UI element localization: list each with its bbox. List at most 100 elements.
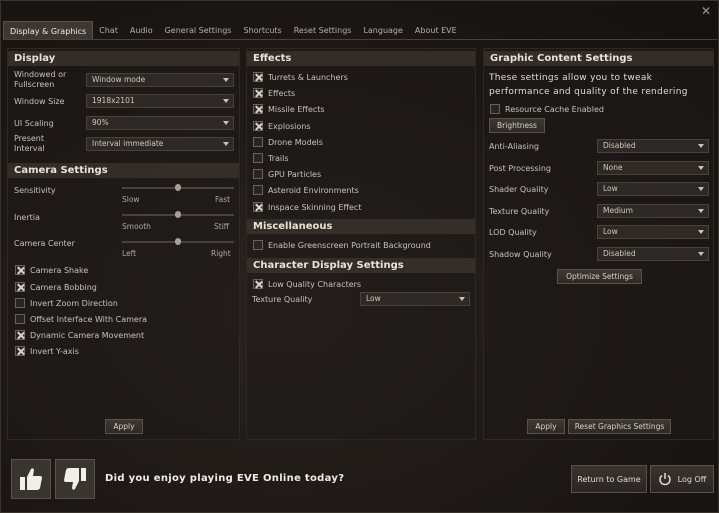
gpu-particles-option[interactable]: GPU Particles [253, 168, 321, 180]
invert-y-checkbox[interactable] [15, 346, 25, 356]
greenscreen-option[interactable]: Enable Greenscreen Portrait Background [253, 239, 431, 251]
power-icon [658, 473, 671, 486]
greenscreen-label: Enable Greenscreen Portrait Background [268, 240, 431, 250]
drone-models-checkbox[interactable] [253, 137, 263, 147]
tab-reset-settings[interactable]: Reset Settings [288, 21, 358, 40]
settings-window: ✕ Display & Graphics Chat Audio General … [0, 0, 719, 513]
window-size-select[interactable]: 1918x2101 [86, 94, 234, 108]
turrets-checkbox[interactable] [253, 72, 263, 82]
close-icon[interactable]: ✕ [700, 5, 712, 17]
thumbs-down-icon [64, 468, 86, 490]
slider-handle[interactable] [175, 184, 181, 191]
slider-handle[interactable] [175, 238, 181, 245]
present-interval-label: Present Interval [14, 134, 45, 153]
explosions-checkbox[interactable] [253, 121, 263, 131]
post-processing-select[interactable]: None [597, 161, 709, 175]
invert-y-label: Invert Y-axis [30, 346, 79, 356]
thumbs-up-button[interactable] [11, 459, 51, 499]
lod-quality-value: Low [603, 227, 618, 236]
chevron-down-icon [223, 121, 229, 125]
sensitivity-label: Sensitivity [14, 186, 56, 195]
gpu-particles-checkbox[interactable] [253, 169, 263, 179]
character-texture-select[interactable]: Low [360, 292, 470, 306]
present-interval-select[interactable]: Interval immediate [86, 137, 234, 151]
camera-bobbing-label: Camera Bobbing [30, 282, 97, 292]
inertia-min-label: Smooth [122, 222, 151, 231]
shadow-quality-select[interactable]: Disabled [597, 247, 709, 261]
drone-models-label: Drone Models [268, 137, 323, 147]
turrets-option[interactable]: Turrets & Launchers [253, 71, 348, 83]
chevron-down-icon [698, 209, 704, 213]
camera-bobbing-checkbox[interactable] [15, 282, 25, 292]
camera-apply-button[interactable]: Apply [105, 419, 143, 434]
left-panel: Display Windowed or Fullscreen Window mo… [7, 48, 240, 440]
resource-cache-label: Resource Cache Enabled [505, 104, 604, 114]
camera-shake-checkbox[interactable] [15, 265, 25, 275]
invert-y-option[interactable]: Invert Y-axis [15, 345, 79, 357]
missile-effects-option[interactable]: Missile Effects [253, 103, 325, 115]
asteroid-environments-checkbox[interactable] [253, 185, 263, 195]
low-quality-characters-option[interactable]: Low Quality Characters [253, 278, 361, 290]
trails-label: Trails [268, 153, 289, 163]
display-header: Display [8, 51, 239, 66]
log-off-label: Log Off [677, 474, 707, 484]
chevron-down-icon [223, 142, 229, 146]
log-off-button[interactable]: Log Off [650, 465, 714, 493]
tab-shortcuts[interactable]: Shortcuts [237, 21, 287, 40]
misc-header: Miscellaneous [247, 219, 475, 234]
character-texture-label: Texture Quality [252, 295, 313, 304]
tab-display-graphics[interactable]: Display & Graphics [3, 21, 94, 40]
lod-quality-select[interactable]: Low [597, 225, 709, 239]
effects-checkbox[interactable] [253, 88, 263, 98]
trails-checkbox[interactable] [253, 153, 263, 163]
turrets-label: Turrets & Launchers [268, 72, 348, 82]
tab-chat[interactable]: Chat [93, 21, 124, 40]
ui-scaling-select[interactable]: 90% [86, 116, 234, 130]
return-to-game-button[interactable]: Return to Game [571, 465, 647, 493]
dynamic-camera-option[interactable]: Dynamic Camera Movement [15, 329, 144, 341]
texture-quality-select[interactable]: Medium [597, 204, 709, 218]
tab-language[interactable]: Language [357, 21, 408, 40]
dynamic-camera-checkbox[interactable] [15, 330, 25, 340]
invert-zoom-option[interactable]: Invert Zoom Direction [15, 297, 118, 309]
offset-interface-option[interactable]: Offset Interface With Camera [15, 313, 147, 325]
optimize-settings-button[interactable]: Optimize Settings [557, 269, 642, 284]
resource-cache-checkbox[interactable] [490, 104, 500, 114]
tab-general-settings[interactable]: General Settings [159, 21, 238, 40]
sensitivity-slider[interactable] [122, 184, 234, 192]
graphic-header: Graphic Content Settings [484, 51, 713, 66]
asteroid-environments-option[interactable]: Asteroid Environments [253, 184, 359, 196]
camera-shake-option[interactable]: Camera Shake [15, 264, 88, 276]
shadow-quality-label: Shadow Quality [489, 250, 552, 259]
shader-quality-select[interactable]: Low [597, 182, 709, 196]
bottom-bar: Did you enjoy playing EVE Online today? … [1, 451, 719, 513]
explosions-option[interactable]: Explosions [253, 120, 311, 132]
drone-models-option[interactable]: Drone Models [253, 136, 323, 148]
brightness-button[interactable]: Brightness [489, 118, 545, 133]
feedback-question: Did you enjoy playing EVE Online today? [105, 473, 345, 484]
windowed-select[interactable]: Window mode [86, 73, 234, 87]
greenscreen-checkbox[interactable] [253, 240, 263, 250]
offset-interface-checkbox[interactable] [15, 314, 25, 324]
invert-zoom-checkbox[interactable] [15, 298, 25, 308]
anti-aliasing-select[interactable]: Disabled [597, 139, 709, 153]
camera-center-slider[interactable] [122, 238, 234, 246]
missile-effects-checkbox[interactable] [253, 104, 263, 114]
low-quality-characters-checkbox[interactable] [253, 279, 263, 289]
camera-center-min-label: Left [122, 249, 137, 258]
graphics-apply-button[interactable]: Apply [527, 419, 565, 434]
tab-audio[interactable]: Audio [124, 21, 159, 40]
camera-bobbing-option[interactable]: Camera Bobbing [15, 281, 97, 293]
inspace-skinning-checkbox[interactable] [253, 202, 263, 212]
resource-cache-option[interactable]: Resource Cache Enabled [490, 103, 604, 115]
tab-about-eve[interactable]: About EVE [409, 21, 463, 40]
chevron-down-icon [698, 166, 704, 170]
trails-option[interactable]: Trails [253, 152, 289, 164]
reset-graphics-button[interactable]: Reset Graphics Settings [568, 419, 671, 434]
inertia-slider[interactable] [122, 211, 234, 219]
inspace-skinning-option[interactable]: Inspace Skinning Effect [253, 201, 361, 213]
anti-aliasing-value: Disabled [603, 141, 636, 150]
thumbs-down-button[interactable] [55, 459, 95, 499]
slider-handle[interactable] [175, 211, 181, 218]
effects-option[interactable]: Effects [253, 87, 295, 99]
